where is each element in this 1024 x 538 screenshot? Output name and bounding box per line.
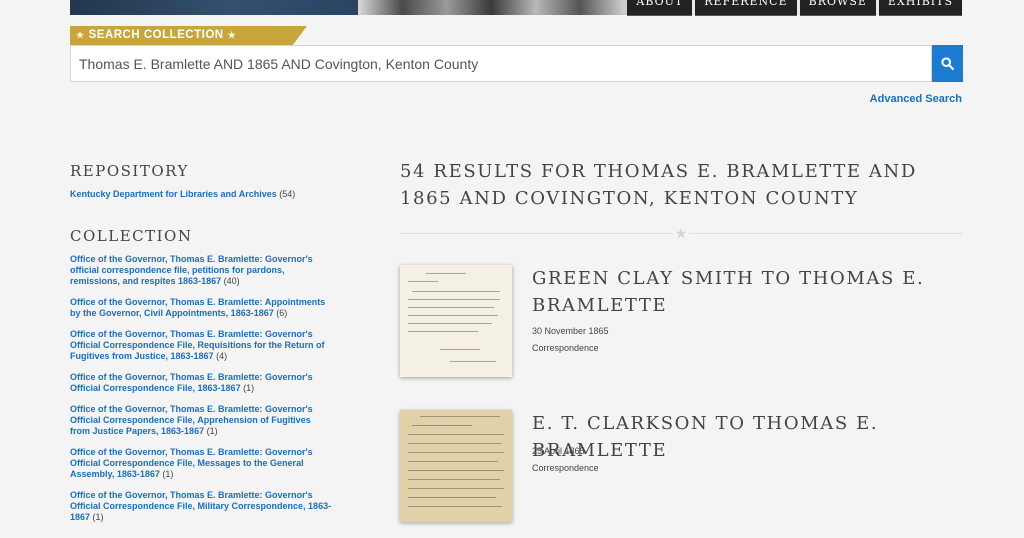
star-icon: ★ [76, 30, 85, 40]
collection-facet-item: Office of the Governor, Thomas E. Bramle… [70, 254, 332, 287]
collection-facet-link[interactable]: Office of the Governor, Thomas E. Bramle… [70, 447, 313, 479]
search-button[interactable] [932, 45, 963, 82]
banner-photo [358, 0, 654, 15]
search-label-text: SEARCH COLLECTION [88, 29, 224, 41]
result-title-link[interactable]: GREEN CLAY SMITH TO THOMAS E. BRAMLETTE [532, 265, 962, 319]
nav-about[interactable]: ABOUT [627, 0, 693, 16]
facet-count: (54) [279, 189, 296, 199]
result-date: 25 April 1865 [532, 446, 585, 456]
repository-heading: REPOSITORY [70, 162, 189, 180]
collection-facet-item: Office of the Governor, Thomas E. Bramle… [70, 297, 332, 319]
collection-facet-item: Office of the Governor, Thomas E. Bramle… [70, 490, 332, 523]
main-nav: ABOUT REFERENCE BROWSE EXHIBITS [627, 0, 962, 16]
repository-facet-link[interactable]: Kentucky Department for Libraries and Ar… [70, 189, 277, 199]
search-box [70, 45, 932, 82]
banner-logo-image[interactable] [70, 0, 358, 15]
search-icon [941, 57, 954, 70]
result-date: 30 November 1865 [532, 326, 609, 336]
result-thumbnail[interactable] [400, 265, 512, 377]
collection-heading: COLLECTION [70, 227, 193, 245]
collection-facet-item: Office of the Governor, Thomas E. Bramle… [70, 404, 332, 437]
facet-count: (1) [92, 512, 104, 522]
result-type: Correspondence [532, 343, 599, 353]
facet-count: (6) [276, 308, 288, 318]
collection-facet-list: Office of the Governor, Thomas E. Bramle… [70, 254, 332, 533]
facet-count: (4) [216, 351, 228, 361]
collection-facet-item: Office of the Governor, Thomas E. Bramle… [70, 329, 332, 362]
collection-facet-link[interactable]: Office of the Governor, Thomas E. Bramle… [70, 372, 313, 393]
facet-count: (40) [223, 276, 240, 286]
star-icon: ★ [227, 30, 237, 40]
result-thumbnail[interactable] [400, 410, 512, 522]
search-input[interactable] [71, 46, 931, 81]
star-icon: ★ [673, 225, 689, 241]
nav-exhibits[interactable]: EXHIBITS [878, 0, 962, 16]
collection-facet-link[interactable]: Office of the Governor, Thomas E. Bramle… [70, 254, 313, 286]
repository-facet-item: Kentucky Department for Libraries and Ar… [70, 188, 295, 200]
search-collection-label: ★ SEARCH COLLECTION ★ [70, 26, 307, 45]
results-heading: 54 RESULTS FOR THOMAS E. BRAMLETTE AND 1… [400, 161, 917, 209]
collection-facet-link[interactable]: Office of the Governor, Thomas E. Bramle… [70, 490, 331, 522]
collection-facet-link[interactable]: Office of the Governor, Thomas E. Bramle… [70, 329, 325, 361]
facet-count: (1) [206, 426, 218, 436]
collection-facet-item: Office of the Governor, Thomas E. Bramle… [70, 447, 332, 480]
collection-facet-item: Office of the Governor, Thomas E. Bramle… [70, 372, 332, 394]
advanced-search-link[interactable]: Advanced Search [870, 93, 962, 105]
facet-count: (1) [243, 383, 255, 393]
nav-reference[interactable]: REFERENCE [695, 0, 797, 16]
facet-count: (1) [162, 469, 174, 479]
nav-browse[interactable]: BROWSE [799, 0, 876, 16]
result-type: Correspondence [532, 463, 599, 473]
collection-facet-link[interactable]: Office of the Governor, Thomas E. Bramle… [70, 404, 313, 436]
result-title-link[interactable]: E. T. CLARKSON TO THOMAS E. BRAMLETTE [532, 410, 962, 464]
